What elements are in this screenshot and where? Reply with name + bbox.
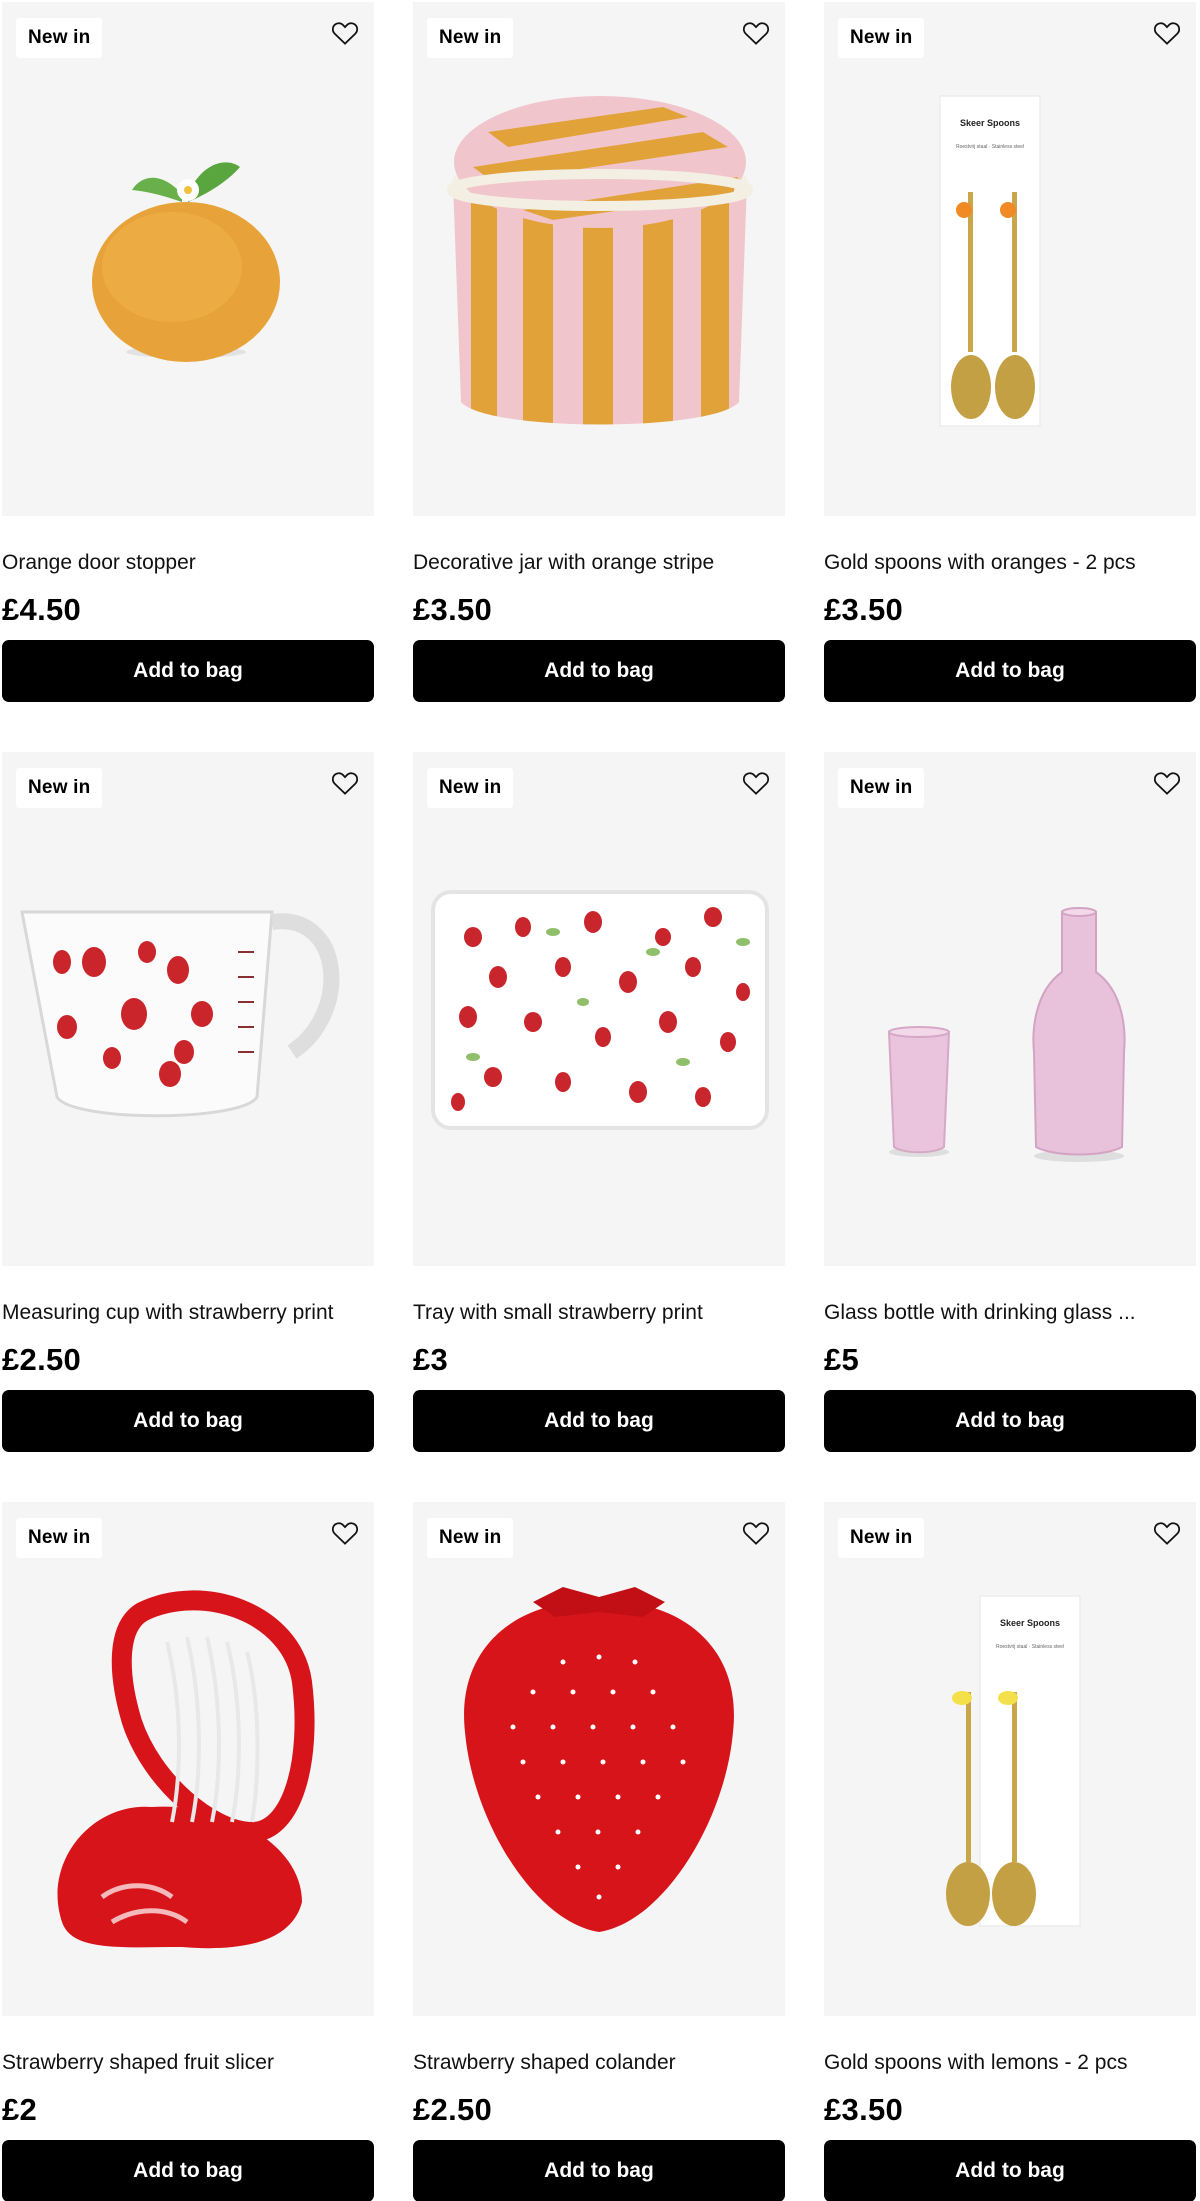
wishlist-heart-icon[interactable] bbox=[1150, 16, 1184, 50]
product-title[interactable]: Tray with small strawberry print bbox=[413, 1297, 785, 1329]
orange-door-stopper-image bbox=[92, 162, 280, 362]
spoons-label-title: Skeer Spoons bbox=[1000, 1618, 1060, 1628]
add-to-bag-button[interactable]: Add to bag bbox=[2, 640, 374, 702]
wishlist-heart-icon[interactable] bbox=[1150, 1516, 1184, 1550]
product-card[interactable]: New in Strawberry shaped fruit slicer £2… bbox=[2, 1502, 374, 2201]
strawberry-tray-image bbox=[431, 890, 769, 1130]
product-card[interactable]: New in Decorative jar with orange stripe… bbox=[413, 2, 785, 702]
product-price: £5 bbox=[824, 1342, 860, 1377]
product-price: £3.50 bbox=[824, 592, 904, 627]
product-price: £3.50 bbox=[824, 2092, 904, 2127]
product-card[interactable]: New in Orange door stopper £4.50 Add to … bbox=[2, 2, 374, 702]
strawberry-colander-image bbox=[464, 1587, 734, 1932]
product-card[interactable]: Skeer Spoons Roestvrij staal · Stainless… bbox=[824, 2, 1196, 702]
product-image[interactable]: New in bbox=[2, 1502, 374, 2016]
add-to-bag-button[interactable]: Add to bag bbox=[413, 1390, 785, 1452]
product-image[interactable]: New in bbox=[824, 752, 1196, 1266]
spoons-label-title: Skeer Spoons bbox=[960, 118, 1020, 128]
add-to-bag-button[interactable]: Add to bag bbox=[824, 1390, 1196, 1452]
product-image[interactable]: New in bbox=[413, 2, 785, 516]
product-price: £3.50 bbox=[413, 592, 493, 627]
add-to-bag-button[interactable]: Add to bag bbox=[824, 2140, 1196, 2201]
product-title[interactable]: Glass bottle with drinking glass ... bbox=[824, 1297, 1196, 1329]
new-in-badge: New in bbox=[427, 18, 514, 58]
product-title[interactable]: Decorative jar with orange stripe bbox=[413, 547, 785, 579]
spoons-label-sub: Roestvrij staal · Stainless steel bbox=[996, 1644, 1064, 1650]
product-title[interactable]: Gold spoons with lemons - 2 pcs bbox=[824, 2047, 1196, 2079]
product-image[interactable]: Skeer Spoons Roestvrij staal · Stainless… bbox=[824, 2, 1196, 516]
product-card[interactable]: Skeer Spoons Roestvrij staal · Stainless… bbox=[824, 1502, 1196, 2201]
add-to-bag-button[interactable]: Add to bag bbox=[824, 640, 1196, 702]
wishlist-heart-icon[interactable] bbox=[328, 1516, 362, 1550]
product-image[interactable]: New in bbox=[413, 752, 785, 1266]
product-price: £2.50 bbox=[2, 1342, 82, 1377]
product-grid: New in Orange door stopper £4.50 Add to … bbox=[0, 0, 1200, 2201]
new-in-badge: New in bbox=[427, 1518, 514, 1558]
product-price: £3 bbox=[413, 1342, 449, 1377]
wishlist-heart-icon[interactable] bbox=[739, 766, 773, 800]
gold-spoons-lemons-image: Skeer Spoons Roestvrij staal · Stainless… bbox=[946, 1595, 1081, 1927]
wishlist-heart-icon[interactable] bbox=[739, 1516, 773, 1550]
pink-glass-bottle-image bbox=[887, 907, 1126, 1162]
product-image[interactable]: New in bbox=[2, 2, 374, 516]
product-card[interactable]: New in Tray with small strawberry print … bbox=[413, 752, 785, 1452]
product-image[interactable]: New in bbox=[413, 1502, 785, 2016]
wishlist-heart-icon[interactable] bbox=[1150, 766, 1184, 800]
add-to-bag-button[interactable]: Add to bag bbox=[2, 2140, 374, 2201]
new-in-badge: New in bbox=[838, 768, 925, 808]
product-image[interactable]: New in bbox=[2, 752, 374, 1266]
product-image[interactable]: Skeer Spoons Roestvrij staal · Stainless… bbox=[824, 1502, 1196, 2016]
add-to-bag-button[interactable]: Add to bag bbox=[413, 2140, 785, 2201]
product-price: £2 bbox=[2, 2092, 38, 2127]
new-in-badge: New in bbox=[838, 1518, 925, 1558]
new-in-badge: New in bbox=[427, 768, 514, 808]
add-to-bag-button[interactable]: Add to bag bbox=[2, 1390, 374, 1452]
product-card[interactable]: New in Strawberry shaped colander £2.50 … bbox=[413, 1502, 785, 2201]
wishlist-heart-icon[interactable] bbox=[328, 16, 362, 50]
product-price: £2.50 bbox=[413, 2092, 493, 2127]
new-in-badge: New in bbox=[16, 1518, 103, 1558]
striped-jar-image bbox=[447, 96, 753, 425]
wishlist-heart-icon[interactable] bbox=[739, 16, 773, 50]
add-to-bag-button[interactable]: Add to bag bbox=[413, 640, 785, 702]
product-price: £4.50 bbox=[2, 592, 82, 627]
new-in-badge: New in bbox=[16, 18, 103, 58]
spoons-label-sub: Roestvrij staal · Stainless steel bbox=[956, 144, 1024, 150]
product-title[interactable]: Strawberry shaped colander bbox=[413, 2047, 785, 2079]
product-title[interactable]: Gold spoons with oranges - 2 pcs bbox=[824, 547, 1196, 579]
product-card[interactable]: New in Glass bottle with drinking glass … bbox=[824, 752, 1196, 1452]
gold-spoons-oranges-image: Skeer Spoons Roestvrij staal · Stainless… bbox=[939, 95, 1041, 427]
product-title[interactable]: Measuring cup with strawberry print bbox=[2, 1297, 374, 1329]
new-in-badge: New in bbox=[838, 18, 925, 58]
wishlist-heart-icon[interactable] bbox=[328, 766, 362, 800]
product-card[interactable]: New in Measuring cup with strawberry pri… bbox=[2, 752, 374, 1452]
strawberry-slicer-image bbox=[57, 1590, 315, 1949]
product-title[interactable]: Orange door stopper bbox=[2, 547, 374, 579]
product-title[interactable]: Strawberry shaped fruit slicer bbox=[2, 2047, 374, 2079]
strawberry-measuring-cup-image bbox=[20, 910, 340, 1118]
new-in-badge: New in bbox=[16, 768, 103, 808]
